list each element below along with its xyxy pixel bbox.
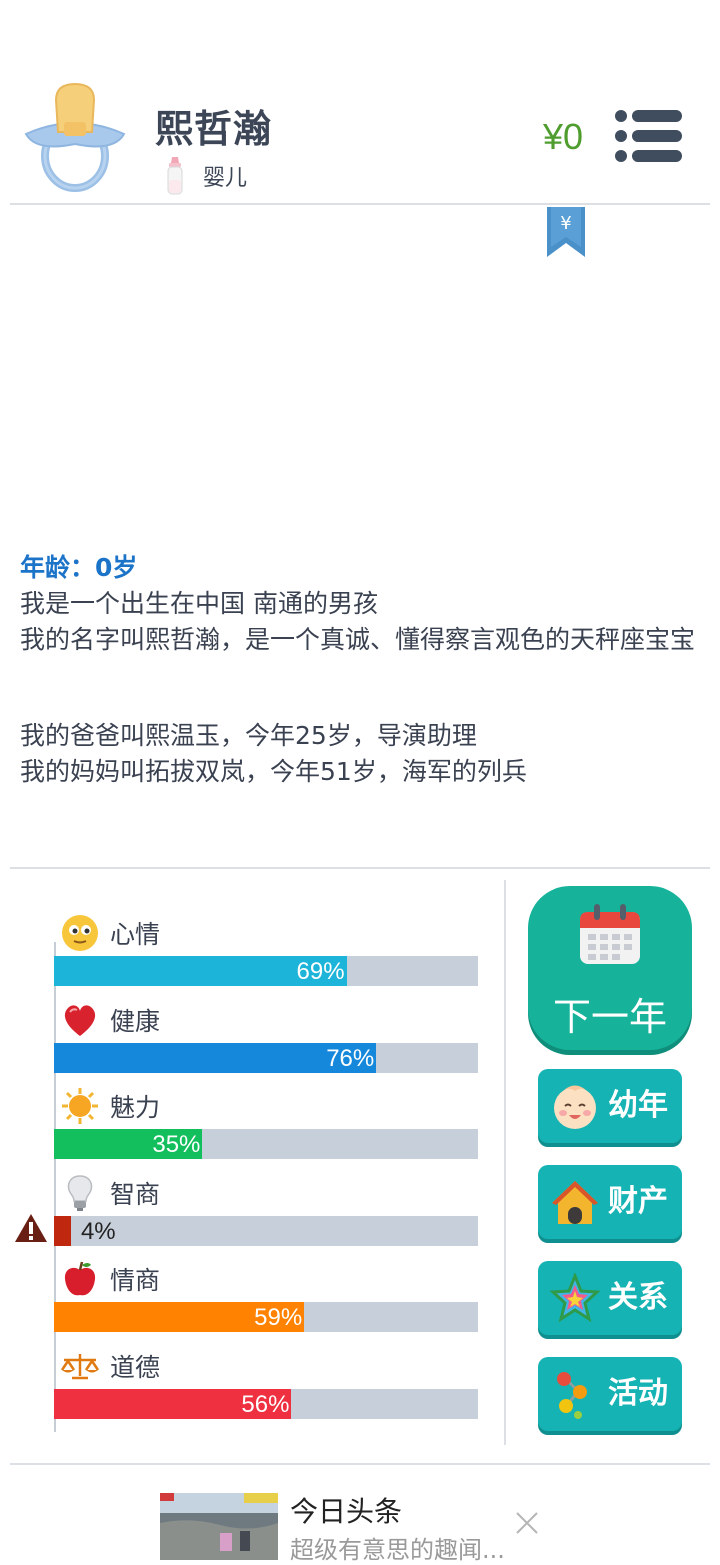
stat-header: 魅力 [60, 1085, 160, 1127]
age-line: 年龄：0岁 [20, 553, 138, 582]
stat-row: 健康 76% [54, 999, 478, 1087]
stat-row: 魅力 35% [54, 1085, 478, 1173]
story-line: 我的爸爸叫熙温玉，今年25岁，导演助理 [20, 721, 477, 750]
story-divider [10, 867, 710, 869]
molecule-icon [550, 1369, 600, 1419]
life-stage: 婴儿 [165, 156, 247, 196]
stat-header: 健康 [60, 999, 160, 1041]
money-balance: ¥0 [543, 116, 584, 157]
property-button-label: 财产 [608, 1184, 668, 1219]
header: 熙哲瀚 婴儿 ¥0 [0, 0, 720, 205]
stat-bar-track: 35% [54, 1129, 478, 1159]
stat-header: 智商 [60, 1172, 160, 1214]
stat-percent: 56% [241, 1390, 290, 1418]
yuan-bookmark-icon[interactable]: ¥ [546, 207, 586, 259]
stat-label: 魅力 [110, 1093, 161, 1122]
scales-icon [60, 1346, 100, 1386]
next-year-button[interactable]: 下一年 [528, 886, 692, 1050]
stat-bar-track: 69% [54, 956, 478, 986]
stat-percent: 59% [254, 1304, 303, 1331]
stat-label: 道德 [110, 1352, 161, 1382]
property-button[interactable]: 财产 [538, 1165, 682, 1239]
stat-row: 道德 56% [54, 1345, 478, 1433]
next-year-label: 下一年 [552, 995, 667, 1039]
stat-bar-fill [54, 1215, 71, 1246]
stat-percent: 76% [326, 1044, 375, 1072]
stat-row: 情商 59% [54, 1258, 478, 1346]
story-line: 我的名字叫熙哲瀚，是一个真诚、懂得察言观色的天秤座宝宝 [20, 625, 696, 654]
activities-button[interactable]: 活动 [538, 1357, 682, 1431]
story-line: 我是一个出生在中国 南通的男孩 [20, 589, 378, 618]
stat-bar-track: 4% [54, 1215, 478, 1246]
heart-icon [60, 1000, 100, 1040]
activities-button-label: 活动 [608, 1376, 668, 1411]
bookmark-symbol: ¥ [560, 213, 571, 234]
smiley-face-icon [60, 913, 100, 953]
stat-percent: 4% [80, 1217, 116, 1245]
house-icon [550, 1177, 600, 1227]
stat-header: 情商 [60, 1258, 160, 1300]
stat-row: 智商 4% [54, 1172, 478, 1260]
header-divider [10, 203, 710, 205]
life-stage-label: 婴儿 [203, 166, 248, 191]
lightbulb-icon [60, 1173, 100, 1213]
footer-divider [10, 1463, 710, 1465]
close-icon[interactable] [514, 1510, 540, 1536]
apple-icon [60, 1259, 100, 1299]
baby-bottle-icon [165, 156, 185, 196]
stage-button[interactable]: 幼年 [538, 1069, 682, 1143]
stat-label: 智商 [110, 1179, 161, 1209]
stat-bar-track: 76% [54, 1042, 478, 1073]
calendar-icon [578, 904, 642, 966]
stat-row: 心情 69% [54, 912, 478, 1000]
stat-bar-track: 56% [54, 1388, 478, 1419]
stat-label: 健康 [110, 1006, 161, 1036]
news-photo-thumbnail[interactable] [160, 1493, 278, 1560]
sun-icon [60, 1086, 100, 1126]
stat-bar-track: 59% [54, 1302, 478, 1332]
ad-title[interactable]: 今日头条 [290, 1490, 402, 1530]
stat-header: 道德 [60, 1345, 160, 1387]
stat-header: 心情 [60, 912, 160, 954]
stat-percent: 35% [152, 1131, 201, 1158]
story-line: 我的妈妈叫拓拔双岚，今年51岁，海军的列兵 [20, 757, 527, 786]
panel-divider [504, 880, 506, 1445]
baby-face-icon [550, 1081, 600, 1131]
stat-percent: 69% [296, 958, 345, 985]
story-log: 年龄：0岁 我是一个出生在中国 南通的男孩 我的名字叫熙哲瀚，是一个真诚、懂得察… [20, 550, 700, 790]
relations-button[interactable]: 关系 [538, 1261, 682, 1335]
relations-button-label: 关系 [608, 1280, 668, 1315]
stage-button-label: 幼年 [608, 1088, 668, 1123]
character-name: 熙哲瀚 [155, 107, 273, 151]
stat-label: 心情 [110, 920, 161, 949]
menu-list-icon[interactable] [614, 108, 684, 164]
pacifier-icon [22, 82, 128, 192]
warning-icon [14, 1212, 48, 1244]
star-icon [549, 1271, 601, 1323]
stat-label: 情商 [110, 1266, 161, 1295]
